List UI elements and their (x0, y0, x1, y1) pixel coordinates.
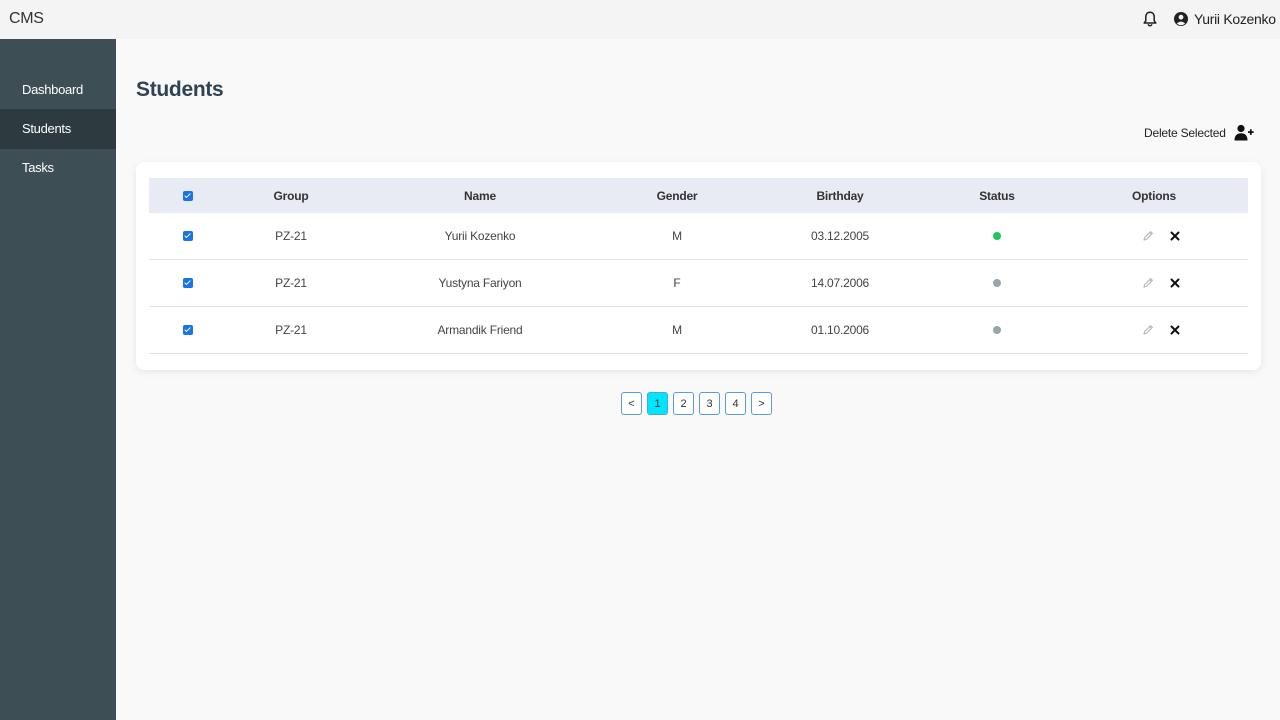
table-header: Group Name Gender Birthday Status Option… (149, 178, 1248, 213)
status-dot (993, 279, 1001, 287)
column-header-name: Name (464, 188, 496, 203)
pagination: < 1 2 3 4 > (621, 392, 772, 415)
close-icon[interactable] (1170, 325, 1180, 335)
table-row: PZ-21 Yustyna Fariyon F 14.07.2006 (149, 260, 1248, 307)
row-checkbox[interactable] (183, 278, 193, 288)
sidebar-item-students[interactable]: Students (0, 109, 116, 149)
select-all-checkbox[interactable] (183, 190, 193, 201)
column-header-status: Status (979, 188, 1015, 203)
birthday-cell: 01.10.2006 (810, 323, 870, 337)
group-cell: PZ-21 (275, 276, 307, 290)
column-header-gender: Gender (656, 188, 698, 203)
app-title: CMS (9, 10, 44, 27)
column-header-options: Options (1132, 188, 1176, 203)
pagination-page-1[interactable]: 1 (647, 392, 668, 415)
pagination-page-3[interactable]: 3 (699, 392, 720, 415)
gender-cell: M (672, 229, 682, 243)
sidebar: Dashboard Students Tasks (0, 39, 116, 720)
close-icon[interactable] (1170, 231, 1180, 241)
status-dot (993, 232, 1001, 240)
row-checkbox[interactable] (183, 325, 193, 335)
pencil-icon[interactable] (1142, 277, 1154, 289)
sidebar-item-dashboard[interactable]: Dashboard (0, 70, 116, 110)
status-dot (993, 326, 1001, 334)
row-checkbox[interactable] (183, 231, 193, 241)
name-cell: Yustyna Fariyon (438, 276, 522, 290)
table-row: PZ-21 Armandik Friend M 01.10.2006 (149, 307, 1248, 354)
column-header-group: Group (273, 188, 309, 203)
pencil-icon[interactable] (1142, 230, 1154, 242)
gender-cell: F (673, 276, 681, 290)
delete-selected-button[interactable]: Delete Selected (1144, 126, 1226, 140)
close-icon[interactable] (1170, 278, 1180, 288)
top-bar: CMS Yurii Kozenko (0, 0, 1280, 39)
group-cell: PZ-21 (275, 229, 307, 243)
birthday-cell: 14.07.2006 (810, 276, 870, 290)
column-header-birthday: Birthday (816, 188, 864, 203)
page-title: Students (136, 78, 224, 101)
table-row: PZ-21 Yurii Kozenko M 03.12.2005 (149, 213, 1248, 260)
name-cell: Armandik Friend (437, 323, 523, 337)
name-cell: Yurii Kozenko (444, 229, 516, 243)
pagination-page-4[interactable]: 4 (725, 392, 746, 415)
gender-cell: M (672, 323, 682, 337)
pagination-next-button[interactable]: > (751, 392, 772, 415)
bell-icon[interactable] (1142, 10, 1158, 28)
pagination-prev-button[interactable]: < (621, 392, 642, 415)
add-user-icon[interactable] (1234, 124, 1254, 141)
pencil-icon[interactable] (1142, 324, 1154, 336)
user-circle-icon (1174, 12, 1188, 26)
group-cell: PZ-21 (275, 323, 307, 337)
user-name: Yurii Kozenko (1194, 11, 1276, 27)
sidebar-item-tasks[interactable]: Tasks (0, 148, 116, 188)
birthday-cell: 03.12.2005 (810, 229, 870, 243)
pagination-page-2[interactable]: 2 (673, 392, 694, 415)
students-table-card: Group Name Gender Birthday Status Option… (136, 162, 1261, 370)
user-menu[interactable]: Yurii Kozenko (1174, 9, 1276, 29)
